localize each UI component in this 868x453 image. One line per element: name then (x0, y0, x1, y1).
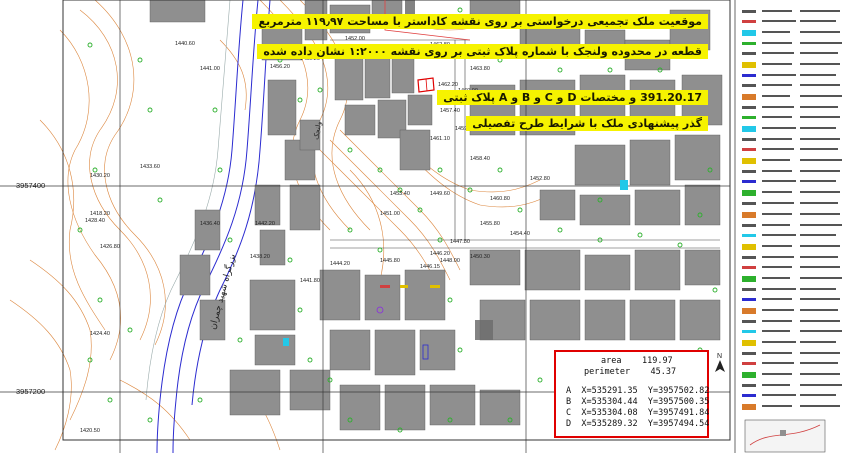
elevation-label: 1449.60 (430, 191, 450, 197)
elevation-label: 1462.20 (438, 82, 458, 88)
point-row: C X=535304.08 Y=3957491.84 (566, 408, 710, 418)
point-row: D X=535289.32 Y=3957494.54 (566, 419, 710, 429)
elevation-label: 1433.60 (140, 164, 160, 170)
elevation-label: 1436.40 (200, 221, 220, 227)
note-line-4: گذر پیشنهادی ملک با شرایط طرح تفصیلی (466, 116, 708, 131)
area-label: area (601, 356, 622, 366)
elevation-label: 1428.40 (85, 218, 105, 224)
elevation-label: 1457.40 (440, 108, 460, 114)
elevation-label: 1450.30 (470, 254, 490, 260)
elevation-label: 1442.20 (255, 221, 275, 227)
grid-label-y-upper: 3957400 (16, 181, 46, 190)
elevation-label: 1454.40 (510, 231, 530, 237)
elevation-label: 1455.80 (480, 221, 500, 227)
elevation-label: 1444.20 (330, 261, 350, 267)
note-line-1: موقعیت ملک تجمیعی درخواستی بر روی نقشه ک… (252, 14, 708, 29)
elevation-label: 1418.20 (90, 211, 110, 217)
perimeter-label: perimeter (584, 367, 631, 377)
perimeter-value: 45.37 (650, 367, 677, 377)
elevation-label: 1448.00 (440, 258, 460, 264)
cadastral-map: 1457.601462.801463.801460.001462.201452.… (0, 0, 868, 453)
grid-label-y-lower: 3957200 (16, 387, 46, 396)
note-line-2: قطعه در محدوده ولنجک با شماره پلاک ثبتی … (257, 44, 708, 59)
elevation-label: 1441.80 (300, 278, 320, 284)
legend-strip (734, 0, 868, 453)
elevation-label: 1453.40 (390, 191, 410, 197)
elevation-label: 1452.00 (345, 36, 365, 42)
elevation-label: 1438.20 (250, 254, 270, 260)
elevation-label: 1456.20 (270, 64, 290, 70)
point-row: A X=535291.35 Y=3957502.82 (566, 386, 710, 396)
elevation-label: 1446.20 (430, 251, 450, 257)
elevation-label: 1452.80 (530, 176, 550, 182)
area-value: 119.97 (641, 356, 673, 366)
elevation-label: 1460.80 (490, 196, 510, 202)
elevation-label: 1461.10 (430, 136, 450, 142)
note-line-3: 391.20.17 و مختصات D و C و B و A پلاک ثب… (437, 90, 708, 105)
parcel-info-box: area 119.97 perimeter 45.37 A X=535291.3… (554, 350, 709, 438)
elevation-label: 1458.40 (470, 156, 490, 162)
elevation-label: 1424.40 (90, 331, 110, 337)
elevation-label: 1445.80 (380, 258, 400, 264)
elevation-label: 1430.20 (90, 173, 110, 179)
elevation-label: 1441.00 (200, 66, 220, 72)
elevation-label: 1440.60 (175, 41, 195, 47)
elevation-label: 1463.80 (470, 66, 490, 72)
elevation-label: 1420.50 (80, 428, 100, 434)
elevation-label: 1446.15 (420, 264, 440, 270)
svg-text:N: N (717, 353, 722, 360)
elevation-label: 1426.80 (100, 244, 120, 250)
elevation-label: 1451.00 (380, 211, 400, 217)
elevation-label: 1447.80 (450, 239, 470, 245)
point-row: B X=535304.44 Y=3957500.35 (566, 397, 710, 407)
